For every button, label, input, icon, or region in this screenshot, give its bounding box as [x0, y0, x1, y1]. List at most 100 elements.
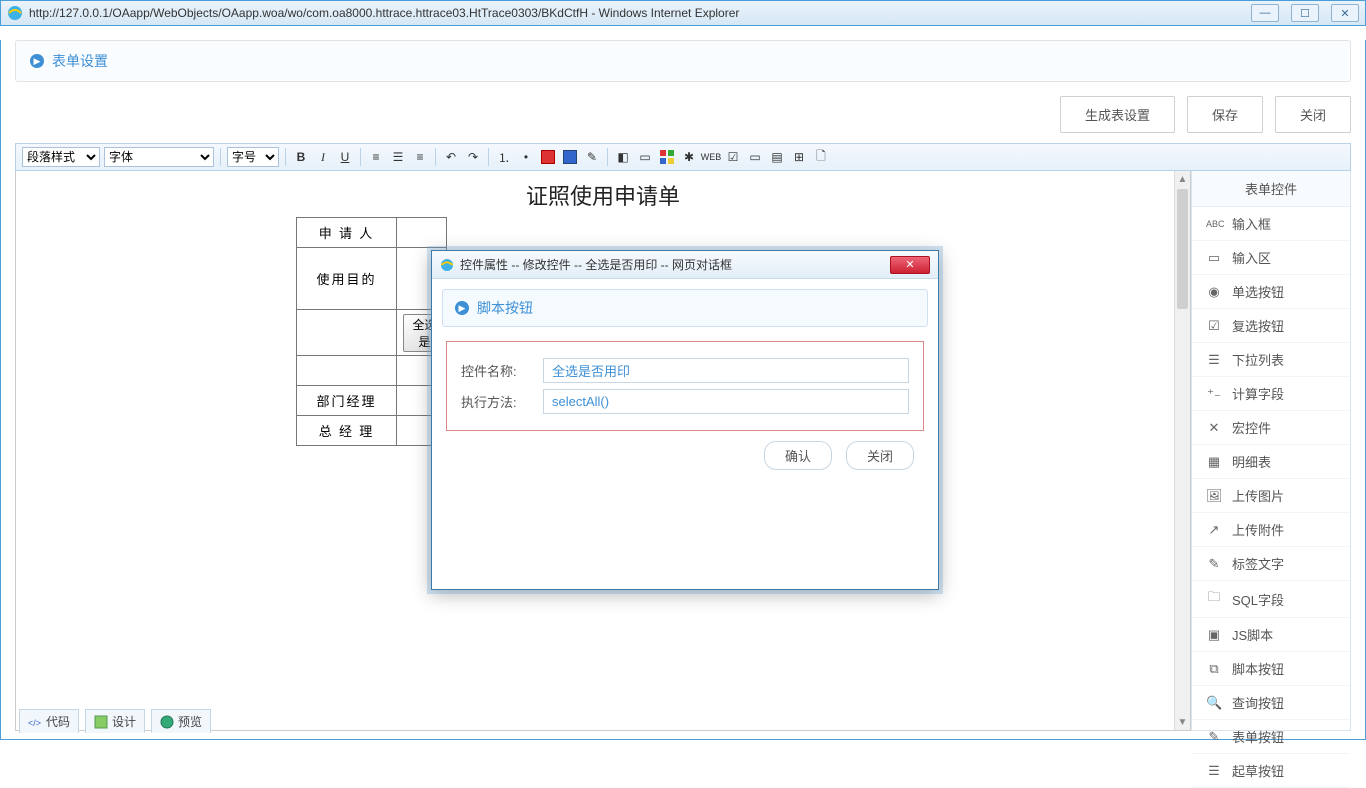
font-size-select[interactable]: 字号	[227, 147, 279, 167]
label-dept-mgr: 部门经理	[297, 386, 397, 416]
sidebar-item-macro[interactable]: ✕ 宏控件	[1192, 411, 1350, 445]
font-select[interactable]: 字体	[104, 147, 214, 167]
windows-icon[interactable]	[658, 148, 676, 166]
bold-button[interactable]: B	[292, 148, 310, 166]
sidebar: 表单控件 ABC 输入框 ▭ 输入区 ◉单选按钮 ☑复选按钮 ☰下拉列表 ⁺₋ 计算字…	[1191, 171, 1351, 731]
editor-scrollbar[interactable]: ▲ ▼	[1174, 171, 1190, 730]
tool-icon[interactable]: 🗋	[812, 148, 830, 166]
field-row-name: 控件名称:	[461, 358, 909, 383]
align-right-button[interactable]: ≡	[411, 148, 429, 166]
exec-method-input[interactable]	[543, 389, 909, 414]
tool-icon[interactable]: ✱	[680, 148, 698, 166]
window-title: http://127.0.0.1/OAapp/WebObjects/OAapp.…	[29, 6, 1251, 20]
page-title: 表单设置	[52, 51, 108, 71]
checkbox-icon: ☑	[1206, 318, 1222, 334]
sidebar-item-label: 单选按钮	[1232, 282, 1284, 301]
sidebar-item-draft-btn[interactable]: ☰起草按钮	[1192, 754, 1350, 788]
sidebar-item-label[interactable]: ✎标签文字	[1192, 547, 1350, 581]
macro-icon: ✕	[1206, 420, 1222, 436]
dialog-cancel-button[interactable]: 关闭	[846, 441, 914, 470]
tool-icon[interactable]: ▭	[636, 148, 654, 166]
tab-preview[interactable]: 预览	[151, 709, 211, 733]
sidebar-item-label: 输入区	[1232, 248, 1271, 267]
dialog-subtitle: 脚本按钮	[477, 298, 533, 318]
sidebar-item-select[interactable]: ☰下拉列表	[1192, 343, 1350, 377]
maximize-button[interactable]: ☐	[1291, 4, 1319, 22]
table-row: 申 请 人	[297, 218, 447, 248]
sidebar-title: 表单控件	[1192, 171, 1350, 207]
dialog-titlebar[interactable]: 控件属性 -- 修改控件 -- 全选是否用印 -- 网页对话框 ✕	[432, 251, 938, 279]
cell-applicant[interactable]	[397, 218, 447, 248]
generate-table-button[interactable]: 生成表设置	[1060, 96, 1175, 133]
sidebar-item-label: 查询按钮	[1232, 693, 1284, 712]
font-color-icon[interactable]	[539, 148, 557, 166]
underline-button[interactable]: U	[336, 148, 354, 166]
copy-icon: ⧉	[1206, 661, 1222, 677]
sidebar-item-upload-image[interactable]: 🖼上传图片	[1192, 479, 1350, 513]
dialog-ok-button[interactable]: 确认	[764, 441, 832, 470]
sidebar-item-calc[interactable]: ⁺₋ 计算字段	[1192, 377, 1350, 411]
table-row: 部门经理	[297, 386, 447, 416]
tool-icon[interactable]: ☑	[724, 148, 742, 166]
italic-button[interactable]: I	[314, 148, 332, 166]
sidebar-item-js[interactable]: ▣JS脚本	[1192, 618, 1350, 652]
control-name-input[interactable]	[543, 358, 909, 383]
minimize-button[interactable]: —	[1251, 4, 1279, 22]
sidebar-item-checkbox[interactable]: ☑复选按钮	[1192, 309, 1350, 343]
align-center-button[interactable]: ☰	[389, 148, 407, 166]
scroll-down-icon[interactable]: ▼	[1175, 714, 1190, 730]
tool-icon[interactable]: ▭	[746, 148, 764, 166]
dialog-close-button[interactable]: ✕	[890, 256, 930, 274]
sidebar-item-script-btn[interactable]: ⧉ 脚本按钮	[1192, 652, 1350, 686]
align-left-button[interactable]: ≡	[367, 148, 385, 166]
scroll-thumb[interactable]	[1177, 189, 1188, 309]
unordered-list-button[interactable]: •	[517, 148, 535, 166]
ordered-list-button[interactable]: ⒈	[495, 148, 513, 166]
design-icon	[94, 715, 108, 729]
dialog-title: 控件属性 -- 修改控件 -- 全选是否用印 -- 网页对话框	[460, 256, 732, 273]
redo-button[interactable]: ↷	[464, 148, 482, 166]
close-window-button[interactable]: ✕	[1331, 4, 1359, 22]
paragraph-style-select[interactable]: 段落样式	[22, 147, 100, 167]
sidebar-item-label: 上传附件	[1232, 520, 1284, 539]
label-icon: ✎	[1206, 556, 1222, 572]
search-icon: 🔍	[1206, 695, 1222, 711]
sidebar-item-form-btn[interactable]: ✎表单按钮	[1192, 720, 1350, 754]
abc-icon: ABC	[1206, 219, 1222, 229]
grid-icon: ▦	[1206, 454, 1222, 470]
app-frame: ▶ 表单设置 生成表设置 保存 关闭 段落样式 字体 字号 B I U ≡ ☰ …	[0, 40, 1366, 740]
rect-icon: ▭	[1206, 250, 1222, 266]
tab-design[interactable]: 设计	[85, 709, 145, 733]
clear-format-button[interactable]: ✎	[583, 148, 601, 166]
tool-icon[interactable]: ▤	[768, 148, 786, 166]
sidebar-item-label: 宏控件	[1232, 418, 1271, 437]
tool-icon[interactable]: WEB	[702, 148, 720, 166]
sidebar-item-query-btn[interactable]: 🔍 查询按钮	[1192, 686, 1350, 720]
sidebar-item-detail[interactable]: ▦明细表	[1192, 445, 1350, 479]
sidebar-item-input[interactable]: ABC 输入框	[1192, 207, 1350, 241]
label-applicant: 申 请 人	[297, 218, 397, 248]
sidebar-item-textarea[interactable]: ▭ 输入区	[1192, 241, 1350, 275]
sidebar-item-radio[interactable]: ◉单选按钮	[1192, 275, 1350, 309]
separator	[435, 148, 436, 166]
sidebar-item-sql[interactable]: 🗀SQL字段	[1192, 581, 1350, 618]
sidebar-item-upload-file[interactable]: ↗上传附件	[1192, 513, 1350, 547]
list-icon: ☰	[1206, 763, 1222, 779]
undo-button[interactable]: ↶	[442, 148, 460, 166]
scroll-up-icon[interactable]: ▲	[1175, 171, 1190, 187]
tool-icon[interactable]: ◧	[614, 148, 632, 166]
calc-icon: ⁺₋	[1206, 386, 1222, 402]
control-name-label: 控件名称:	[461, 361, 531, 380]
field-row-method: 执行方法:	[461, 389, 909, 414]
save-button[interactable]: 保存	[1187, 96, 1263, 133]
cell-blank	[297, 356, 397, 386]
dialog-body: ▶ 脚本按钮 控件名称: 执行方法: 确认 关闭	[432, 279, 938, 480]
tab-code[interactable]: </>代码	[19, 709, 79, 733]
sidebar-item-label: 输入框	[1232, 214, 1271, 233]
cell-blank	[297, 310, 397, 356]
tool-icon[interactable]: ⊞	[790, 148, 808, 166]
sidebar-item-label: 计算字段	[1232, 384, 1284, 403]
close-button[interactable]: 关闭	[1275, 96, 1351, 133]
bg-color-icon[interactable]	[561, 148, 579, 166]
sidebar-item-label: 脚本按钮	[1232, 659, 1284, 678]
